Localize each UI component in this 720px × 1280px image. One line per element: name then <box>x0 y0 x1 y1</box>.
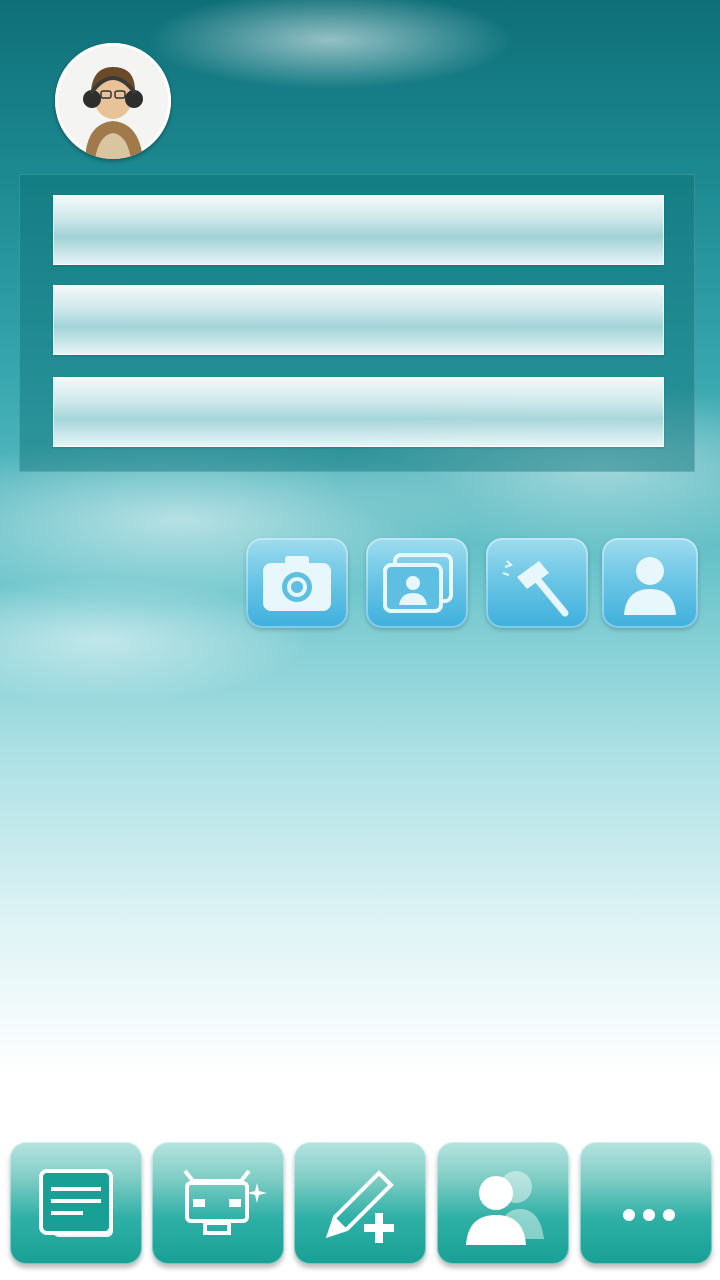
more-icon <box>623 1209 675 1221</box>
compose-icon <box>325 1170 394 1243</box>
tab-robot[interactable] <box>152 1142 284 1264</box>
profile-button[interactable] <box>602 538 698 628</box>
tab-compose[interactable] <box>294 1142 426 1264</box>
avatar-photo <box>58 46 168 159</box>
camera-button[interactable] <box>246 538 348 628</box>
tab-messages[interactable] <box>10 1142 142 1264</box>
bottom-tab-bar <box>0 1140 720 1280</box>
text-field-2[interactable] <box>53 285 664 356</box>
text-input-1[interactable] <box>70 196 651 266</box>
person-icon <box>624 557 676 615</box>
hammer-button[interactable] <box>486 538 588 628</box>
form-panel <box>19 174 695 472</box>
robot-icon <box>183 1169 267 1235</box>
hammer-icon <box>502 560 569 617</box>
tab-more[interactable] <box>580 1142 712 1264</box>
tab-contacts[interactable] <box>437 1142 569 1264</box>
text-input-3[interactable] <box>70 378 651 448</box>
text-input-2[interactable] <box>70 286 651 356</box>
text-field-1[interactable] <box>53 195 664 266</box>
messages-icon <box>39 1169 113 1237</box>
photo-album-icon <box>383 553 453 613</box>
avatar[interactable] <box>55 43 171 159</box>
contacts-icon <box>466 1171 544 1245</box>
camera-icon <box>263 556 331 611</box>
text-field-3[interactable] <box>53 377 664 448</box>
photo-album-button[interactable] <box>366 538 468 628</box>
